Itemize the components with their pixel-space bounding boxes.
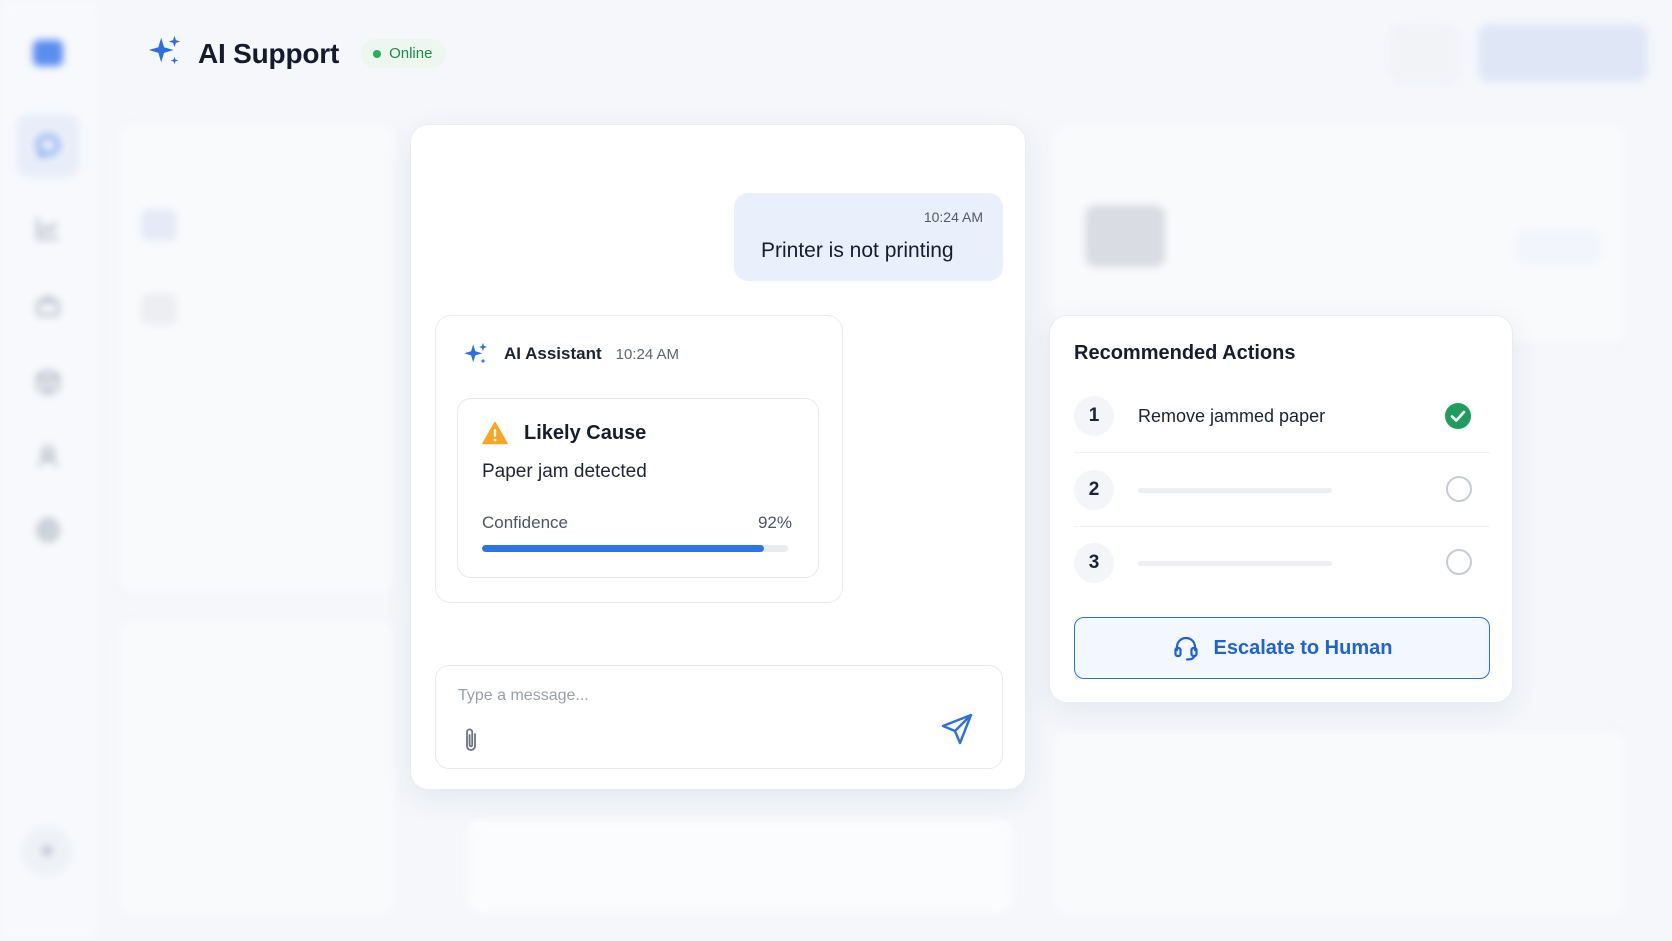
ai-sender-name: AI Assistant [504, 344, 602, 363]
devices-panel [118, 124, 396, 594]
sidebar: + [0, 0, 100, 941]
action-label-placeholder [1138, 561, 1332, 566]
send-icon[interactable] [940, 712, 974, 746]
page-title: AI Support [198, 37, 340, 69]
step-number: 3 [1074, 543, 1114, 583]
printer-image [1085, 205, 1165, 267]
ticket-activity-panel [1052, 730, 1627, 916]
action-item[interactable]: 1 Remove jammed paper [1074, 380, 1490, 453]
chat-panel: 10:24 AM Printer is not printing AI Assi… [410, 124, 1026, 790]
confidence-bar-fill [482, 545, 764, 552]
ai-message-time: 10:24 AM [615, 345, 680, 363]
confidence-label: Confidence [482, 513, 569, 532]
headset-icon [1173, 636, 1198, 661]
empty-checkbox-icon[interactable] [1446, 476, 1472, 502]
confidence-value: 92% [757, 513, 792, 532]
sidebar-item-settings[interactable] [16, 498, 80, 562]
empty-checkbox-icon[interactable] [1446, 549, 1472, 575]
sidebar-item-inventory[interactable] [16, 350, 80, 414]
message-composer [435, 665, 1003, 769]
chat-bubble-icon [36, 134, 60, 159]
ticket-panel [118, 620, 396, 916]
likely-cause-header: Likely Cause [482, 421, 646, 445]
likely-cause-text: Paper jam detected [482, 461, 647, 482]
sidebar-item-chat[interactable] [16, 114, 80, 178]
gear-icon [36, 516, 60, 543]
user-message-time: 10:24 AM [923, 209, 983, 225]
message-input[interactable] [458, 684, 878, 708]
new-ticket-button[interactable] [1478, 24, 1648, 82]
drawer-icon [141, 293, 177, 325]
ai-message-header: AI Assistant 10:24 AM [462, 340, 679, 368]
ai-message-card: AI Assistant 10:24 AM Likely Cause Paper… [435, 315, 843, 603]
sidebar-item-users[interactable] [16, 424, 80, 488]
step-number: 1 [1074, 396, 1114, 436]
users-icon [38, 446, 58, 467]
sidebar-item-cases[interactable] [16, 274, 80, 338]
briefcase-icon [36, 297, 60, 316]
status-label: Online [389, 45, 433, 62]
escalate-to-human-button[interactable]: Escalate to Human [1074, 617, 1490, 679]
app-logo [33, 40, 63, 66]
check-circle-icon[interactable] [1444, 402, 1472, 430]
sidebar-item-analytics[interactable] [16, 196, 80, 260]
action-item[interactable]: 3 [1074, 527, 1490, 600]
box-icon [36, 369, 60, 395]
run-test-button[interactable] [1515, 229, 1601, 265]
page-header: AI Support Online [146, 32, 447, 75]
status-dot [373, 49, 382, 58]
warning-icon [482, 421, 508, 445]
action-label: Remove jammed paper [1138, 406, 1326, 426]
printer-icon [141, 209, 177, 241]
confidence-bar [482, 545, 788, 552]
notifications-button[interactable] [1392, 26, 1458, 82]
status-badge: Online [361, 39, 447, 68]
paperclip-icon[interactable] [460, 726, 482, 754]
likely-cause-box: Likely Cause Paper jam detected Confiden… [457, 398, 819, 578]
ghost-composer [466, 818, 1014, 914]
add-button[interactable]: + [22, 826, 72, 876]
chart-line-icon [36, 218, 58, 240]
user-message-bubble: 10:24 AM Printer is not printing [734, 193, 1003, 281]
action-label-placeholder [1138, 488, 1332, 493]
user-message-text: Printer is not printing [761, 239, 954, 262]
recommended-actions-panel: Recommended Actions 1 Remove jammed pape… [1049, 315, 1513, 703]
device-status-panel [1052, 124, 1627, 344]
action-item[interactable]: 2 [1074, 454, 1490, 527]
sparkle-icon [464, 342, 488, 364]
sparkle-icon [146, 32, 184, 75]
likely-cause-title: Likely Cause [524, 421, 647, 444]
escalate-label: Escalate to Human [1213, 636, 1393, 659]
recommended-actions-title: Recommended Actions [1074, 342, 1296, 364]
step-number: 2 [1074, 470, 1114, 510]
